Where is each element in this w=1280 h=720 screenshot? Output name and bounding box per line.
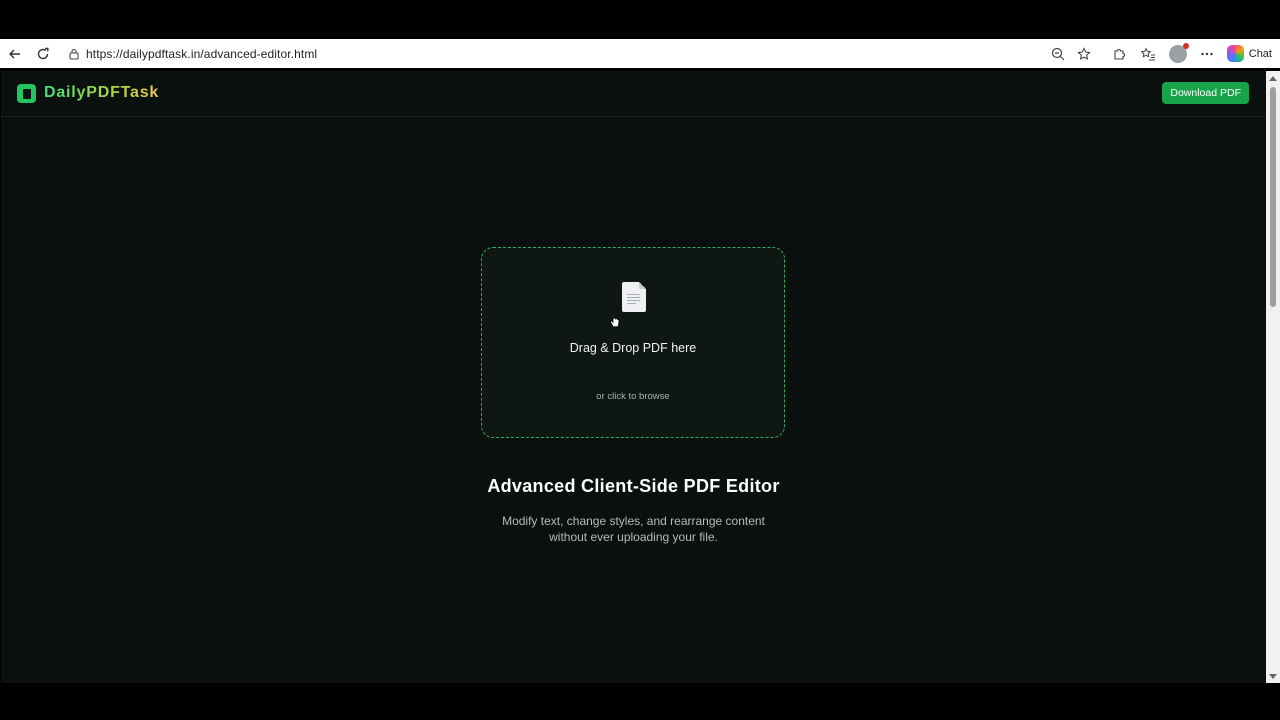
more-dots-icon — [1201, 52, 1213, 55]
download-pdf-button[interactable]: Download PDF — [1162, 82, 1249, 104]
scroll-down-arrow-icon[interactable] — [1269, 674, 1277, 679]
document-icon-line — [627, 294, 640, 295]
dropzone-title: Drag & Drop PDF here — [569, 341, 697, 355]
scroll-up-arrow-icon[interactable] — [1269, 76, 1277, 81]
document-icon-line — [627, 300, 640, 301]
more-menu-button[interactable] — [1197, 44, 1217, 64]
scroll-thumb[interactable] — [1270, 87, 1276, 307]
page-content: DailyPDFTask Download PDF Drag & Drop PD… — [1, 71, 1266, 683]
chat-label: Chat — [1248, 47, 1272, 60]
back-arrow-icon — [9, 49, 20, 58]
hero-title: Advanced Client-Side PDF Editor — [487, 476, 780, 496]
favorite-button[interactable] — [1074, 44, 1094, 64]
back-button[interactable] — [0, 39, 30, 68]
document-icon-line — [627, 303, 636, 304]
zoom-button[interactable] — [1048, 44, 1068, 64]
pdf-dropzone[interactable]: Drag & Drop PDF here or click to browse — [481, 247, 785, 438]
browser-right-tools: Chat — [1109, 39, 1272, 68]
address-bar-tools — [1048, 39, 1094, 68]
extensions-button[interactable] — [1109, 44, 1129, 64]
zoom-out-icon — [1051, 47, 1065, 60]
hero-subtitle-line-1: Modify text, change styles, and rearrang… — [502, 514, 765, 528]
browser-toolbar: https://dailypdftask.in/advanced-editor.… — [0, 39, 1280, 68]
url-text[interactable]: https://dailypdftask.in/advanced-editor.… — [86, 47, 317, 61]
copilot-icon — [1226, 45, 1244, 62]
favorites-list-icon — [1141, 46, 1156, 61]
dropzone-subtitle: or click to browse — [596, 391, 670, 402]
address-bar[interactable]: https://dailypdftask.in/advanced-editor.… — [60, 42, 1094, 65]
document-icon-line — [627, 297, 640, 298]
logo-document-icon[interactable] — [17, 84, 36, 103]
site-info-icon[interactable] — [68, 48, 80, 60]
favorites-button[interactable] — [1139, 44, 1159, 64]
hero-subtitle: Modify text, change styles, and rearrang… — [1, 513, 1266, 545]
logo-text[interactable]: DailyPDFTask — [44, 84, 159, 102]
chat-button[interactable]: Chat — [1226, 45, 1272, 62]
reload-icon — [37, 47, 49, 59]
document-icon — [622, 282, 646, 312]
screen: https://dailypdftask.in/advanced-editor.… — [0, 0, 1280, 720]
profile-avatar-icon[interactable] — [1168, 42, 1189, 63]
hero-subtitle-line-2: without ever uploading your file. — [549, 530, 718, 544]
puzzle-icon — [1114, 48, 1125, 60]
page-scrollbar[interactable] — [1266, 71, 1280, 683]
hand-cursor-icon — [610, 312, 620, 328]
reload-button[interactable] — [28, 39, 58, 68]
site-header: DailyPDFTask Download PDF — [1, 71, 1266, 117]
star-icon — [1077, 46, 1091, 60]
